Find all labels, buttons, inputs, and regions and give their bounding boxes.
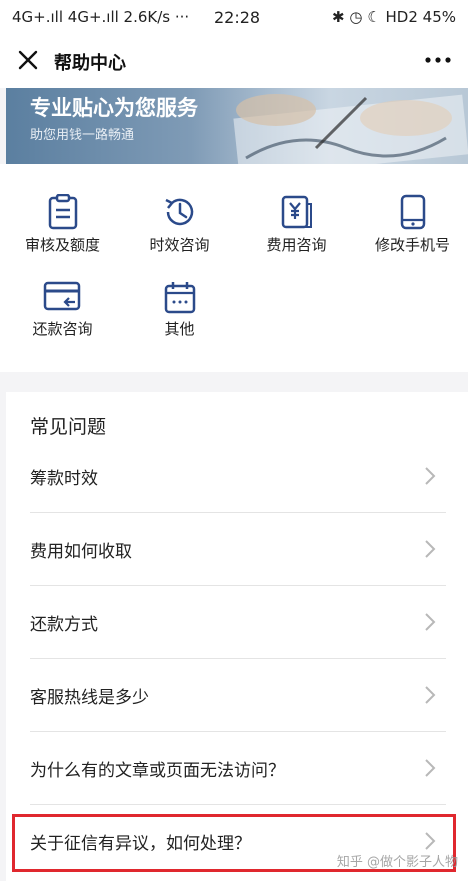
calendar-icon	[164, 282, 195, 314]
faq-item-text: 筹款时效	[30, 469, 98, 489]
faq-item[interactable]: 还款方式	[30, 586, 446, 659]
more-options-icon[interactable]	[424, 48, 452, 72]
hd-indicator: HD2	[385, 8, 418, 26]
clipboard-icon	[48, 194, 77, 230]
card-return-icon	[43, 281, 80, 311]
chevron-right-icon	[425, 759, 436, 777]
chevron-right-icon	[425, 613, 436, 631]
system-indicators: ✱ ◷ ☾ HD2 45%	[332, 8, 456, 26]
banner-illustration	[233, 94, 468, 164]
shortcut-change-phone[interactable]: 修改手机号	[354, 164, 468, 254]
banner-title: 专业贴心为您服务	[30, 96, 198, 120]
faq-item-text: 客服热线是多少	[30, 688, 149, 708]
alarm-icon: ◷	[349, 8, 363, 26]
faq-item-text: 为什么有的文章或页面无法访问？	[30, 761, 285, 781]
shortcut-label: 还款咨询	[32, 320, 93, 338]
shortcut-review-quota[interactable]: 审核及额度	[4, 164, 121, 254]
clock-history-icon	[164, 198, 193, 226]
shortcut-label: 费用咨询	[266, 236, 327, 254]
close-icon[interactable]	[16, 48, 40, 72]
yen-document-icon	[281, 195, 312, 229]
shortcut-repayment[interactable]: 还款咨询	[4, 250, 121, 338]
watermark: 知乎 @做个影子人物	[336, 855, 458, 870]
battery-level: 45%	[422, 8, 456, 26]
shortcut-grid: 审核及额度 时效咨询 费用咨询 修改手机号 还款咨询 其他	[0, 164, 468, 372]
top-nav-bar: 帮助中心	[0, 36, 468, 88]
chevron-right-icon	[425, 686, 436, 704]
faq-section: 常见问题 筹款时效 费用如何收取 还款方式 客服热线是多少 为什么有的文章或页面…	[6, 392, 468, 881]
shortcut-other[interactable]: 其他	[121, 250, 238, 338]
mobile-phone-icon	[400, 194, 425, 230]
shortcut-label: 其他	[164, 320, 195, 338]
faq-heading: 常见问题	[30, 416, 107, 438]
moon-icon: ☾	[367, 8, 381, 26]
banner-subtitle: 助您用钱一路畅通	[30, 128, 135, 143]
shortcut-timeliness[interactable]: 时效咨询	[121, 164, 238, 254]
shortcut-label: 修改手机号	[374, 236, 450, 254]
faq-item-text: 费用如何收取	[30, 542, 132, 562]
bluetooth-icon: ✱	[332, 8, 345, 26]
clock: 22:28	[214, 8, 261, 27]
status-bar: 4G+.ıll 4G+.ıll 2.6K/s ··· 22:28 ✱ ◷ ☾ H…	[0, 0, 468, 36]
faq-item[interactable]: 为什么有的文章或页面无法访问？	[30, 732, 446, 805]
chevron-right-icon	[425, 540, 436, 558]
chevron-right-icon	[425, 467, 436, 485]
network-status: 4G+.ıll 4G+.ıll 2.6K/s ···	[12, 8, 190, 26]
faq-item[interactable]: 费用如何收取	[30, 513, 446, 586]
faq-item[interactable]: 筹款时效	[30, 440, 446, 513]
service-banner[interactable]: 专业贴心为您服务 助您用钱一路畅通	[6, 88, 468, 164]
faq-item[interactable]: 客服热线是多少	[30, 659, 446, 732]
page-title: 帮助中心	[54, 53, 126, 74]
faq-item-text: 还款方式	[30, 615, 98, 635]
shortcut-fees[interactable]: 费用咨询	[238, 164, 355, 254]
